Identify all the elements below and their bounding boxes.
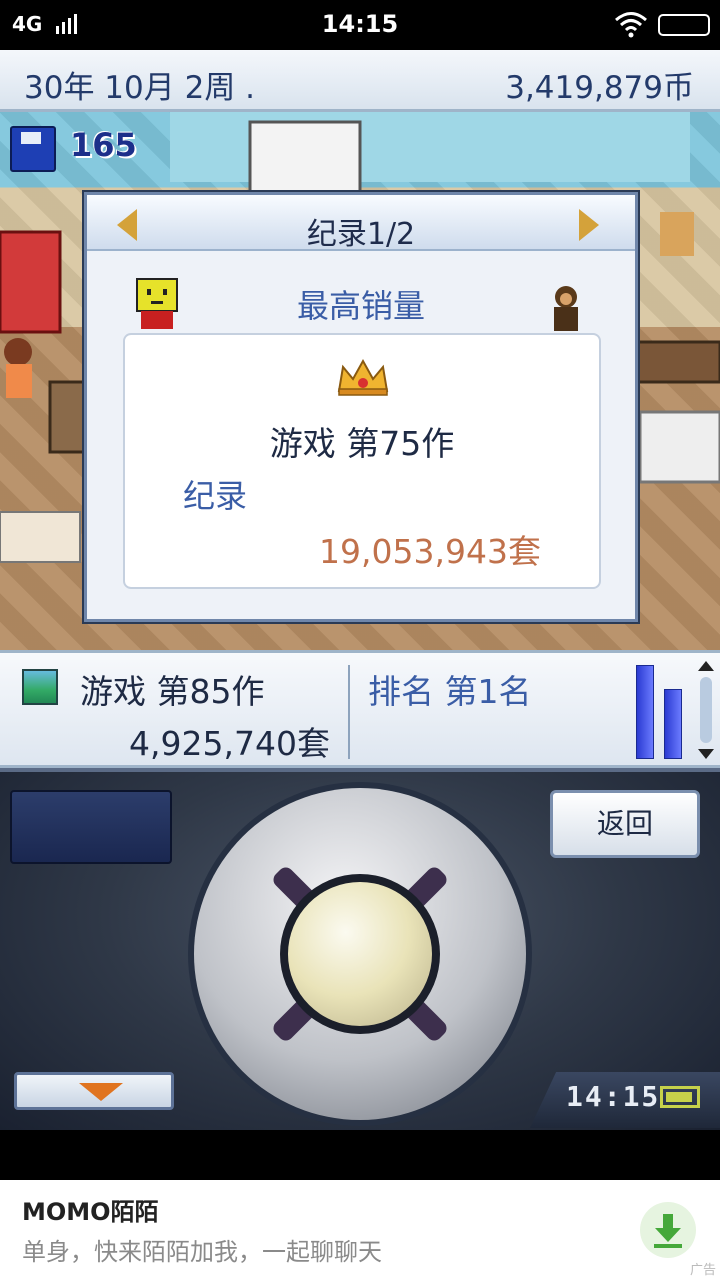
down-arrow-icon (79, 1083, 123, 1101)
ranking-label: 排名 第1名 (368, 672, 532, 711)
status-bar: 4G 14:15 (0, 0, 720, 50)
scroll-up-arrow-icon[interactable] (698, 661, 714, 671)
divider (348, 665, 350, 759)
game-cover-icon (22, 669, 58, 705)
wifi-icon (615, 12, 647, 38)
back-button[interactable]: 返回 (550, 790, 700, 858)
scrollbar[interactable] (700, 677, 712, 743)
money-display: 3,419,879币 (505, 70, 694, 106)
download-button[interactable] (640, 1202, 696, 1258)
battery-fill (666, 1092, 692, 1102)
spacer (0, 1130, 720, 1180)
controller-panel: 返回 14:15 (0, 768, 720, 1130)
record-value: 19,053,943套 (319, 532, 541, 571)
save-disk-icon[interactable] (10, 126, 56, 172)
ad-tag: 广告 (689, 1263, 716, 1278)
crown-icon (337, 358, 389, 396)
current-game-sales: 4,925,740套 (129, 724, 330, 763)
top-info-bar: 30年 10月 2周 . 3,419,879币 (0, 50, 720, 112)
ad-title: MOMO陌陌 (22, 1198, 159, 1226)
ad-banner[interactable]: MOMO陌陌 单身，快来陌陌加我，一起聊聊天 广告 (0, 1180, 720, 1280)
current-game-name: 游戏 第85作 (80, 672, 265, 711)
sales-bar (664, 689, 682, 759)
record-dialog: 纪录1/2 最高销量 游戏 第75作 纪录 19,053,943套 (84, 192, 638, 622)
controller-clock: 14:15 (566, 1080, 661, 1113)
dialog-title: 纪录1/2 (306, 217, 416, 252)
ad-description: 单身，快来陌陌加我，一起聊聊天 (22, 1238, 382, 1266)
download-icon (654, 1214, 682, 1248)
clock: 14:15 (321, 10, 399, 38)
dialog-header: 纪录1/2 (87, 195, 635, 252)
dpad-center-button[interactable] (288, 882, 432, 1026)
sales-bar (636, 665, 654, 759)
game-info-panel[interactable]: 游戏 第85作 4,925,740套 排名 第1名 (0, 650, 720, 768)
record-label: 纪录 (183, 477, 248, 515)
battery-icon (658, 14, 710, 36)
battery-icon (660, 1086, 700, 1108)
menu-button[interactable] (14, 1072, 174, 1110)
next-record-arrow-icon[interactable] (579, 209, 599, 241)
directional-pad[interactable] (194, 788, 526, 1120)
monkey-character-icon (554, 286, 578, 331)
staff-count: 165 (70, 126, 137, 164)
record-game-title: 游戏 第75作 (269, 424, 455, 463)
game-date: 30年 10月 2周 . (24, 70, 256, 106)
scroll-down-arrow-icon[interactable] (698, 749, 714, 759)
mini-screen (10, 790, 172, 864)
record-card: 游戏 第75作 纪录 19,053,943套 (123, 333, 601, 589)
